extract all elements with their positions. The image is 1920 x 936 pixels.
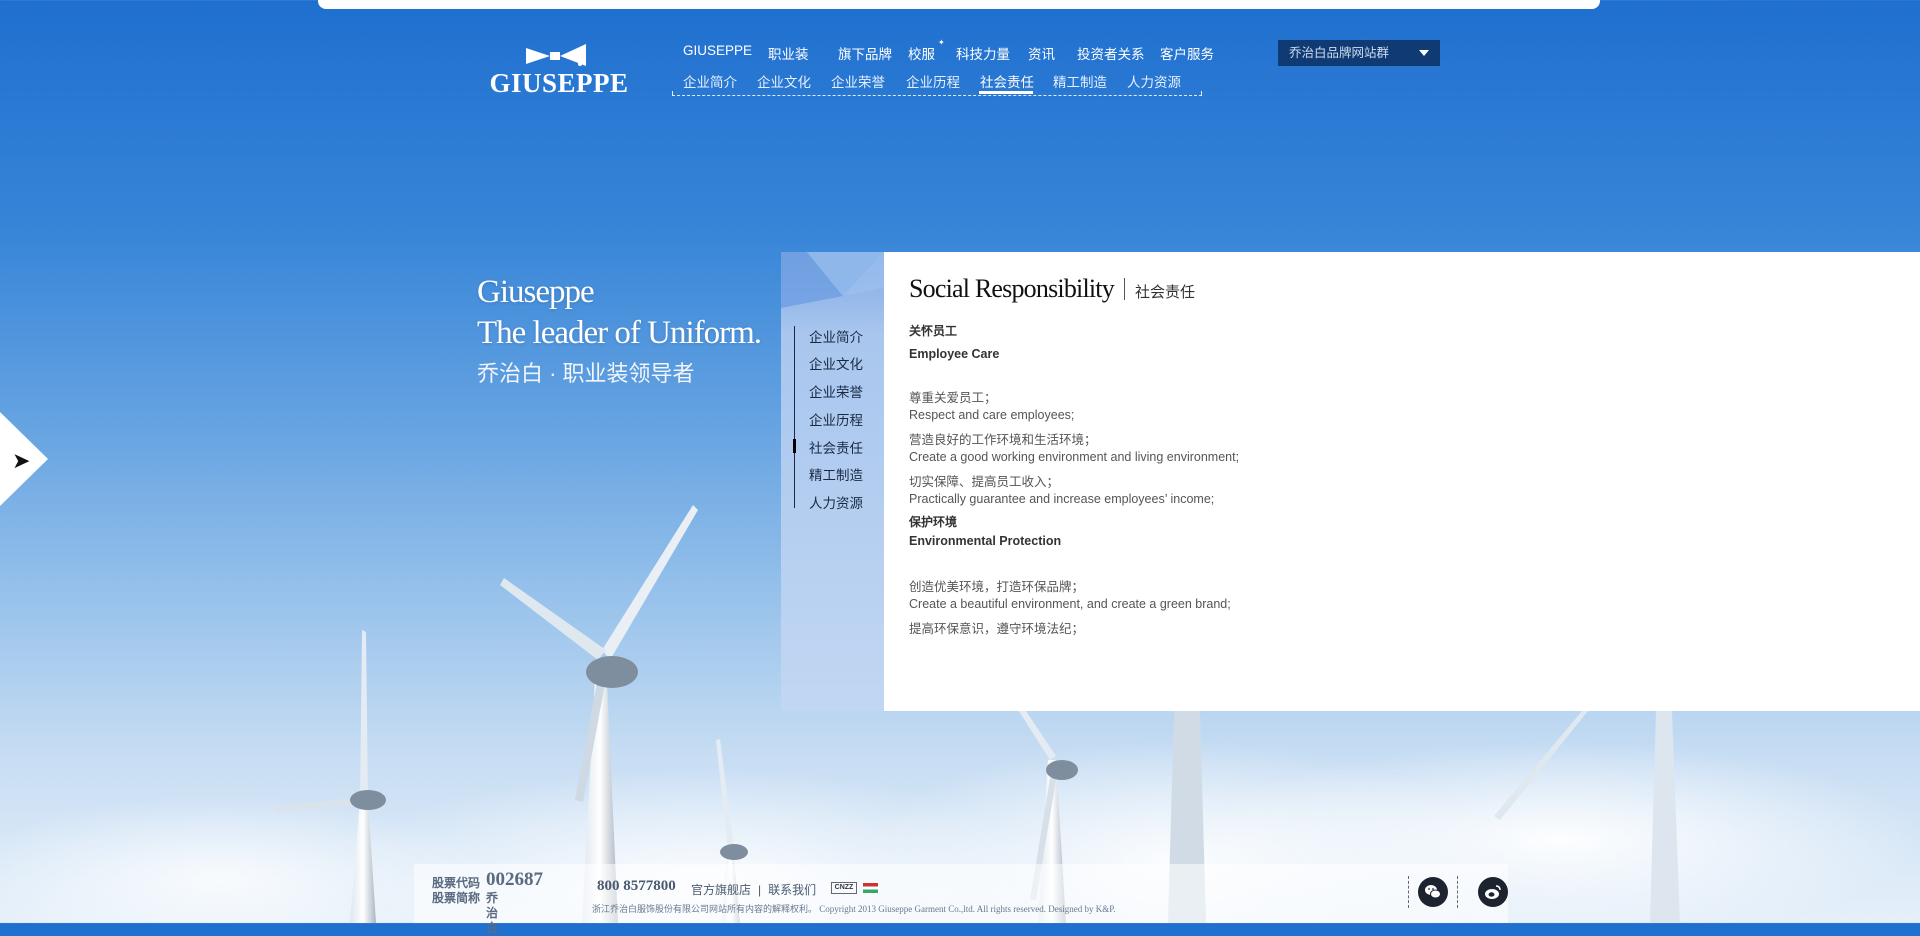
content-line: 创造优美环境，打造环保品牌；	[909, 580, 1085, 594]
brand-logo[interactable]: GIUSEPPE	[486, 42, 632, 102]
stock-name-label: 股票简称	[432, 891, 481, 905]
content-line: 提高环保意识，遵守环境法纪；	[909, 622, 1085, 636]
page-title-en: Social Responsibility	[909, 274, 1115, 303]
section-heading-cn: 关怀员工	[909, 324, 958, 338]
link-divider: |	[758, 883, 762, 897]
side-menu-culture[interactable]: 企业文化	[809, 353, 863, 373]
side-menu-active-mark	[793, 439, 796, 453]
page-title: Social Responsibility 社会责任	[909, 274, 1195, 304]
title-divider	[1123, 278, 1125, 300]
slogan-line-2: The leader of Uniform.	[477, 315, 762, 351]
content-line: 营造良好的工作环境和生活环境；	[909, 433, 1097, 447]
sub-nav-history[interactable]: 企业历程	[906, 71, 960, 91]
content-line: Create a good working environment and li…	[909, 450, 1240, 464]
side-menu-manufacturing[interactable]: 精工制造	[809, 464, 863, 484]
nav-item-investors[interactable]: 投资者关系	[1077, 43, 1145, 63]
flag-icon	[863, 883, 878, 893]
side-menu-profile[interactable]: 企业简介	[809, 326, 863, 346]
hotline: 800 8577800	[597, 878, 676, 894]
wechat-icon[interactable]	[1418, 877, 1448, 907]
brand-sites-dropdown[interactable]: 乔治白品牌网站群	[1278, 40, 1440, 66]
footer-links: 官方旗舰店 | 联系我们	[691, 881, 816, 898]
new-star-icon: ✦	[938, 38, 945, 47]
top-strip	[318, 0, 1600, 9]
footer: 股票代码 股票简称 002687 乔治白 800 8577800 官方旗舰店 | 联…	[414, 864, 1508, 935]
stock-info: 股票代码 股票简称 002687 乔治白	[432, 870, 543, 935]
nav-item-giuseppe[interactable]: GIUSEPPE	[683, 43, 752, 58]
side-menu-honors[interactable]: 企业荣誉	[809, 381, 863, 401]
sub-nav-honors[interactable]: 企业荣誉	[831, 71, 885, 91]
sub-nav-manufacturing[interactable]: 精工制造	[1053, 71, 1107, 91]
content-line: Create a beautiful environment, and crea…	[909, 597, 1231, 611]
nav-item-brands[interactable]: 旗下品牌	[838, 43, 892, 63]
weibo-icon[interactable]	[1478, 877, 1508, 907]
nav-item-news[interactable]: 资讯	[1028, 43, 1055, 63]
section-heading-en: Environmental Protection	[909, 534, 1062, 548]
cnzz-badge[interactable]: CNZZ	[831, 882, 857, 894]
nav-item-school-uniform[interactable]: 校服	[908, 43, 935, 63]
sub-nav-hr[interactable]: 人力资源	[1127, 71, 1181, 91]
copyright: 浙江乔治白服饰股份有限公司网站所有内容的解释权利。 Copyright 2013…	[592, 904, 1116, 914]
section-heading-en: Employee Care	[909, 347, 1000, 361]
footer-divider	[1408, 876, 1410, 908]
content-panel: Social Responsibility 社会责任 关怀员工 Employee …	[884, 252, 1920, 711]
side-menu-history[interactable]: 企业历程	[809, 409, 863, 429]
nav-item-technology[interactable]: 科技力量	[956, 43, 1010, 63]
side-menu-hr[interactable]: 人力资源	[809, 492, 863, 512]
wechat-glyph	[1425, 885, 1441, 899]
stock-code: 002687	[486, 869, 543, 890]
content-line: 切实保障、提高员工收入；	[909, 475, 1060, 489]
side-menu-social-responsibility[interactable]: 社会责任	[809, 437, 863, 457]
content-line: Respect and care employees;	[909, 408, 1075, 422]
page-title-cn: 社会责任	[1134, 284, 1195, 301]
logo-wordmark: GIUSEPPE	[489, 68, 629, 98]
slogan-line-1: Giuseppe	[477, 274, 595, 310]
content-line: Practically guarantee and increase emplo…	[909, 492, 1215, 506]
caret-down-icon	[1419, 50, 1429, 56]
sub-nav-social-responsibility[interactable]: 社会责任	[980, 71, 1034, 91]
contact-us-link[interactable]: 联系我们	[768, 883, 816, 897]
side-menu-line	[794, 326, 795, 508]
sub-nav-profile[interactable]: 企业简介	[683, 71, 737, 91]
nav-item-customer-service[interactable]: 客户服务	[1160, 43, 1214, 63]
bow-logo-icon	[526, 44, 586, 66]
stock-name: 乔治白	[486, 891, 499, 935]
weibo-glyph	[1485, 885, 1501, 899]
footer-divider	[1457, 876, 1459, 908]
sub-nav-culture[interactable]: 企业文化	[757, 71, 811, 91]
section-heading-cn: 保护环境	[909, 515, 958, 529]
content-line: 尊重关爱员工；	[909, 391, 997, 405]
slogan-line-3: 乔治白 · 职业装领导者	[477, 361, 695, 386]
official-store-link[interactable]: 官方旗舰店	[691, 883, 751, 897]
brand-sites-dropdown-label: 乔治白品牌网站群	[1289, 46, 1390, 60]
stock-code-label: 股票代码	[432, 876, 481, 890]
hero-slogan: Giuseppe The leader of Uniform. 乔治白 · 职业…	[477, 272, 762, 388]
chevron-right-icon: ➤	[12, 448, 31, 473]
nav-divider	[672, 91, 1202, 97]
active-sub-nav-underline	[979, 91, 1033, 94]
nav-item-uniform[interactable]: 职业装	[768, 43, 809, 63]
